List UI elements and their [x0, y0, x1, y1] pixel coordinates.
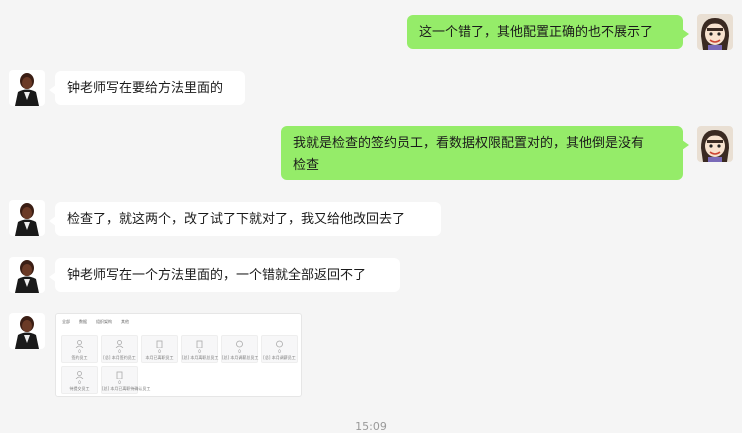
dark-figure-avatar-icon: [9, 70, 45, 106]
building-icon: [195, 340, 204, 348]
message-bubble-2[interactable]: 钟老师写在要给方法里面的: [49, 71, 245, 105]
card-label: [总] 本月调薪员工: [263, 355, 296, 360]
card-label: [总] 本月调薪总员工: [222, 355, 259, 360]
dark-figure-avatar-icon: [9, 200, 45, 236]
building-icon: [155, 340, 164, 348]
screenshot-card: 0 [总] 本月已离职待确认员工: [101, 366, 151, 394]
message-text-line-1: 我就是检查的签约员工，看数据权限配置对的，其他倒是没有: [293, 136, 645, 151]
dark-figure-avatar-icon: [9, 257, 45, 293]
card-label: [总] 本月已离职待确认员工: [102, 386, 151, 391]
screenshot-card: 0 待提交员工: [61, 366, 98, 394]
contact-avatar[interactable]: [9, 200, 45, 236]
message-text: 这一个错了，其他配置正确的也不展示了: [419, 25, 654, 40]
message-text: 钟老师写在要给方法里面的: [67, 81, 224, 96]
card-count: 0: [78, 349, 81, 354]
my-avatar[interactable]: [697, 126, 733, 162]
message-text: 钟老师写在一个方法里面的，一个错就全部返回不了: [67, 268, 367, 283]
card-count: 0: [198, 349, 201, 354]
image-message[interactable]: 全部 数据 组织架构 其他 0 签约员工 0 [总] 本月签约员工 0 本月已离…: [55, 313, 302, 397]
contact-avatar[interactable]: [9, 257, 45, 293]
contact-avatar[interactable]: [9, 70, 45, 106]
card-count: 0: [278, 349, 281, 354]
screenshot-card: 0 [总] 本月调薪员工: [261, 335, 298, 363]
screenshot-card: 0 [总] 本月调薪总员工: [221, 335, 258, 363]
card-label: 本月已离职员工: [145, 355, 174, 360]
person-icon: [75, 371, 84, 379]
screenshot-tab: 其他: [121, 319, 129, 324]
screenshot-tab: 全部: [62, 319, 70, 324]
message-bubble-5[interactable]: 钟老师写在一个方法里面的，一个错就全部返回不了: [49, 258, 400, 292]
building-icon: [115, 371, 124, 379]
screenshot-tab: 数据: [79, 319, 87, 324]
message-bubble-3[interactable]: 我就是检查的签约员工，看数据权限配置对的，其他倒是没有 检查: [281, 126, 689, 180]
card-count: 0: [238, 349, 241, 354]
screenshot-card: 0 本月已离职员工: [141, 335, 178, 363]
refresh-icon: [235, 340, 244, 348]
screenshot-tab: 组织架构: [96, 319, 112, 324]
screenshot-card: 0 [总] 本月签约员工: [101, 335, 138, 363]
screenshot-card: 0 [总] 本月离职总员工: [181, 335, 218, 363]
screenshot-tabs: 全部 数据 组织架构 其他: [56, 314, 301, 329]
message-bubble-4[interactable]: 检查了，就这两个，改了试了下就对了，我又给他改回去了: [49, 202, 441, 236]
card-label: [总] 本月签约员工: [103, 355, 136, 360]
card-label: 签约员工: [71, 355, 88, 360]
refresh-icon: [275, 340, 284, 348]
screenshot-card-grid: 0 签约员工 0 [总] 本月签约员工 0 本月已离职员工 0 [总] 本月离职…: [56, 329, 301, 394]
card-label: 待提交员工: [69, 386, 90, 391]
cartoon-girl-avatar-icon: [697, 14, 733, 50]
card-count: 0: [78, 380, 81, 385]
message-bubble-1[interactable]: 这一个错了，其他配置正确的也不展示了: [407, 15, 689, 49]
my-avatar[interactable]: [697, 14, 733, 50]
message-timestamp: 15:09: [355, 420, 387, 433]
screenshot-card: 0 签约员工: [61, 335, 98, 363]
message-text: 检查了，就这两个，改了试了下就对了，我又给他改回去了: [67, 212, 406, 227]
person-icon: [115, 340, 124, 348]
cartoon-girl-avatar-icon: [697, 126, 733, 162]
person-icon: [75, 340, 84, 348]
contact-avatar[interactable]: [9, 313, 45, 349]
card-count: 0: [158, 349, 161, 354]
dark-figure-avatar-icon: [9, 313, 45, 349]
card-label: [总] 本月离职总员工: [182, 355, 219, 360]
card-count: 0: [118, 349, 121, 354]
card-count: 0: [118, 380, 121, 385]
message-text-line-2: 检查: [293, 158, 320, 173]
